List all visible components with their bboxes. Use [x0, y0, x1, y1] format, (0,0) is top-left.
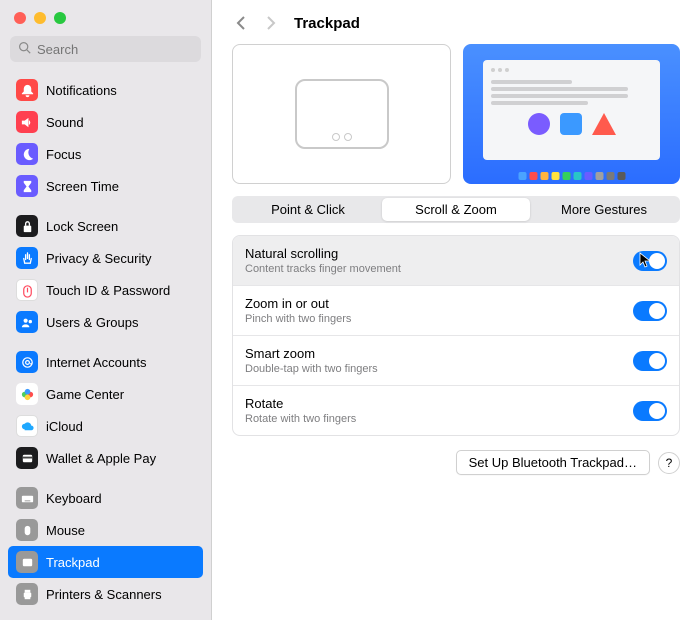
- sidebar-item-label: Screen Time: [46, 179, 119, 194]
- sidebar-item-label: iCloud: [46, 419, 83, 434]
- at-icon: [16, 351, 38, 373]
- trackpad-icon: [16, 551, 38, 573]
- back-button[interactable]: [230, 12, 252, 34]
- speaker-icon: [16, 111, 38, 133]
- help-button[interactable]: ?: [658, 452, 680, 474]
- tab-more-gestures[interactable]: More Gestures: [530, 198, 678, 221]
- window-controls: [0, 0, 211, 32]
- sidebar-item-screen-time[interactable]: Screen Time: [8, 170, 203, 202]
- sidebar-item-label: Privacy & Security: [46, 251, 151, 266]
- sidebar-item-icloud[interactable]: iCloud: [8, 410, 203, 442]
- sidebar-item-trackpad[interactable]: Trackpad: [8, 546, 203, 578]
- minimize-window-icon[interactable]: [34, 12, 46, 24]
- hand-icon: [16, 247, 38, 269]
- sidebar: Notifications Sound Focus Screen Time Lock S…: [0, 0, 212, 620]
- sidebar-list: Notifications Sound Focus Screen Time Lock S…: [0, 70, 211, 620]
- sidebar-item-notifications[interactable]: Notifications: [8, 74, 203, 106]
- cloud-icon: [16, 415, 38, 437]
- option-subtitle: Content tracks finger movement: [245, 263, 401, 275]
- game-icon: [16, 383, 38, 405]
- sidebar-item-game-center[interactable]: Game Center: [8, 378, 203, 410]
- finger-icon: [16, 279, 38, 301]
- option-subtitle: Double-tap with two fingers: [245, 363, 378, 375]
- options-list: Natural scrolling Content tracks finger m…: [232, 235, 680, 436]
- mouse-icon: [16, 519, 38, 541]
- printer-icon: [16, 583, 38, 605]
- users-icon: [16, 311, 38, 333]
- sidebar-item-label: Sound: [46, 115, 84, 130]
- setup-bluetooth-trackpad-button[interactable]: Set Up Bluetooth Trackpad…: [456, 450, 650, 475]
- sidebar-item-label: Wallet & Apple Pay: [46, 451, 156, 466]
- trackpad-icon: [295, 79, 389, 149]
- lock-icon: [16, 215, 38, 237]
- option-subtitle: Pinch with two fingers: [245, 313, 351, 325]
- sidebar-item-label: Touch ID & Password: [46, 283, 170, 298]
- option-title: Rotate: [245, 396, 356, 411]
- main-panel: Trackpad: [212, 0, 700, 620]
- tab-point-click[interactable]: Point & Click: [234, 198, 382, 221]
- search-field[interactable]: [37, 42, 193, 57]
- keyboard-icon: [16, 487, 38, 509]
- toggle-switch[interactable]: [633, 301, 667, 321]
- maximize-window-icon[interactable]: [54, 12, 66, 24]
- tab-bar: Point & ClickScroll & ZoomMore Gestures: [232, 196, 680, 223]
- sidebar-item-privacy-security[interactable]: Privacy & Security: [8, 242, 203, 274]
- sidebar-item-label: Keyboard: [46, 491, 102, 506]
- option-zoom-in-or-out: Zoom in or out Pinch with two fingers: [233, 286, 679, 336]
- page-title: Trackpad: [294, 15, 360, 32]
- search-icon: [18, 41, 31, 57]
- toggle-switch[interactable]: [633, 351, 667, 371]
- dock-icons: [518, 172, 625, 180]
- sidebar-item-sound[interactable]: Sound: [8, 106, 203, 138]
- gesture-demo-preview: [463, 44, 680, 184]
- sidebar-item-touch-id-password[interactable]: Touch ID & Password: [8, 274, 203, 306]
- sidebar-item-label: Lock Screen: [46, 219, 118, 234]
- sidebar-item-wallet-apple-pay[interactable]: Wallet & Apple Pay: [8, 442, 203, 474]
- trackpad-preview: [232, 44, 451, 184]
- sidebar-item-label: Focus: [46, 147, 81, 162]
- moon-icon: [16, 143, 38, 165]
- hourglass-icon: [16, 175, 38, 197]
- sidebar-item-keyboard[interactable]: Keyboard: [8, 482, 203, 514]
- option-natural-scrolling: Natural scrolling Content tracks finger m…: [233, 236, 679, 286]
- sidebar-item-internet-accounts[interactable]: Internet Accounts: [8, 346, 203, 378]
- sidebar-item-label: Printers & Scanners: [46, 587, 162, 602]
- cursor-icon: [639, 252, 651, 268]
- toggle-switch[interactable]: [633, 401, 667, 421]
- forward-button[interactable]: [260, 12, 282, 34]
- bell-icon: [16, 79, 38, 101]
- option-title: Natural scrolling: [245, 246, 401, 261]
- close-window-icon[interactable]: [14, 12, 26, 24]
- tab-scroll-zoom[interactable]: Scroll & Zoom: [382, 198, 530, 221]
- preview-row: [232, 44, 680, 184]
- sidebar-item-label: Internet Accounts: [46, 355, 146, 370]
- sidebar-item-label: Trackpad: [46, 555, 100, 570]
- wallet-icon: [16, 447, 38, 469]
- sidebar-item-label: Game Center: [46, 387, 124, 402]
- option-smart-zoom: Smart zoom Double-tap with two fingers: [233, 336, 679, 386]
- search-input[interactable]: [10, 36, 201, 62]
- sidebar-item-mouse[interactable]: Mouse: [8, 514, 203, 546]
- sidebar-item-label: Mouse: [46, 523, 85, 538]
- sidebar-item-label: Users & Groups: [46, 315, 138, 330]
- sidebar-item-printers-scanners[interactable]: Printers & Scanners: [8, 578, 203, 610]
- sidebar-item-focus[interactable]: Focus: [8, 138, 203, 170]
- sidebar-item-lock-screen[interactable]: Lock Screen: [8, 210, 203, 242]
- option-title: Zoom in or out: [245, 296, 351, 311]
- option-subtitle: Rotate with two fingers: [245, 413, 356, 425]
- option-title: Smart zoom: [245, 346, 378, 361]
- sidebar-item-label: Notifications: [46, 83, 117, 98]
- option-rotate: Rotate Rotate with two fingers: [233, 386, 679, 435]
- sidebar-item-users-groups[interactable]: Users & Groups: [8, 306, 203, 338]
